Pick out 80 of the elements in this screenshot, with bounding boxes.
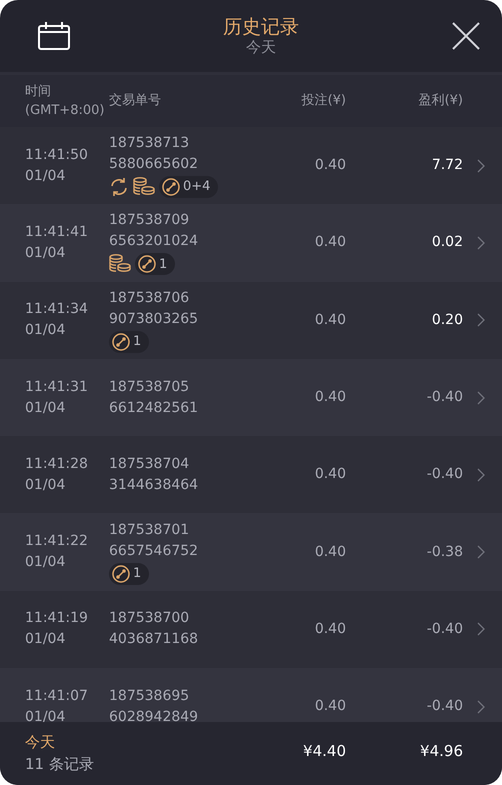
date-text: 01/04 (25, 476, 66, 495)
profit-amount: 0.02 (432, 234, 463, 250)
order-number: 187538713 (109, 134, 190, 154)
bet-amount: 0.40 (314, 698, 346, 714)
parlay-badge: 1 (109, 330, 150, 353)
bet-amount: 0.40 (314, 157, 346, 174)
parlay-badge: 1 (135, 253, 176, 276)
order-number: 5880665602 (109, 155, 198, 174)
date-text: 01/04 (25, 244, 66, 263)
order-number: 6612482561 (109, 398, 198, 418)
order-number: 6028942849 (109, 708, 198, 722)
bet-amount: 0.40 (314, 620, 346, 637)
chevron-right-icon[interactable] (477, 158, 485, 173)
time-text: 11:41:28 (25, 454, 88, 474)
bet-amount: 0.40 (314, 544, 346, 560)
date-text: 01/04 (25, 166, 66, 186)
bet-amount: 0.40 (314, 389, 346, 406)
profit-amount: 0.20 (432, 312, 463, 328)
column-header: 时间 (25, 82, 51, 100)
calendar-icon[interactable] (38, 22, 70, 50)
time-text: 11:41:41 (25, 222, 88, 242)
order-number: 3144638464 (109, 476, 198, 495)
profit-amount: -0.40 (426, 389, 463, 406)
date-text: 01/04 (25, 321, 66, 340)
bet-amount: 0.40 (314, 312, 346, 328)
time-text: 11:41:19 (25, 609, 88, 628)
date-text: 01/04 (25, 708, 66, 722)
order-number: 187538706 (109, 288, 190, 308)
chevron-right-icon[interactable] (477, 236, 485, 250)
total-profit: ¥4.96 (420, 742, 463, 760)
date-text: 01/04 (25, 630, 66, 650)
order-number: 9073803265 (109, 310, 198, 329)
order-number: 187538704 (109, 454, 190, 474)
chevron-right-icon[interactable] (477, 545, 485, 560)
date-text: 01/04 (25, 553, 66, 572)
chevron-right-icon[interactable] (477, 313, 485, 328)
column-header: 交易单号 (109, 93, 161, 108)
close-icon[interactable] (452, 22, 480, 50)
link-icon (112, 564, 130, 583)
bet-amount: 0.40 (314, 466, 346, 482)
total-bet: ¥4.40 (303, 742, 346, 760)
order-number: 187538695 (109, 686, 190, 706)
order-number: 187538709 (109, 211, 190, 230)
coins-icon (133, 177, 155, 198)
column-header: 盈利(¥) (418, 93, 463, 108)
chevron-right-icon[interactable] (477, 622, 485, 636)
time-text: 11:41:07 (25, 686, 88, 706)
coins-icon (109, 254, 131, 274)
chevron-right-icon[interactable] (477, 700, 485, 714)
page-title: 历史记录 (223, 16, 299, 40)
timezone-label: (GMT+8:00) (25, 102, 104, 120)
profit-amount: 7.72 (432, 157, 463, 174)
chevron-right-icon[interactable] (477, 390, 485, 405)
profit-amount: -0.38 (426, 544, 463, 560)
time-text: 11:41:22 (25, 532, 88, 552)
column-header: 投注(¥) (302, 93, 346, 108)
order-number: 6657546752 (109, 542, 198, 561)
parlay-badge: 1 (109, 562, 150, 585)
bet-amount: 0.40 (314, 234, 346, 250)
parlay-badge: 0+4 (159, 176, 218, 198)
order-number: 187538705 (109, 378, 190, 397)
chevron-right-icon[interactable] (477, 468, 485, 482)
record-count: 11 条记录 (25, 754, 94, 774)
order-number: 4036871168 (109, 630, 198, 650)
profit-amount: -0.40 (426, 466, 463, 482)
link-icon (162, 178, 180, 196)
time-text: 11:41:31 (25, 378, 88, 397)
period-label: 今天 (25, 732, 55, 752)
date-text: 01/04 (25, 398, 66, 418)
refresh-icon (109, 177, 129, 198)
profit-amount: -0.40 (426, 698, 463, 714)
time-text: 11:41:50 (25, 146, 88, 165)
order-number: 6563201024 (109, 232, 198, 252)
link-icon (112, 332, 130, 351)
time-text: 11:41:34 (25, 300, 88, 320)
order-number: 187538701 (109, 520, 190, 540)
link-icon (138, 255, 156, 274)
page-subtitle: 今天 (245, 39, 277, 56)
order-number: 187538700 (109, 609, 190, 628)
profit-amount: -0.40 (426, 620, 463, 637)
